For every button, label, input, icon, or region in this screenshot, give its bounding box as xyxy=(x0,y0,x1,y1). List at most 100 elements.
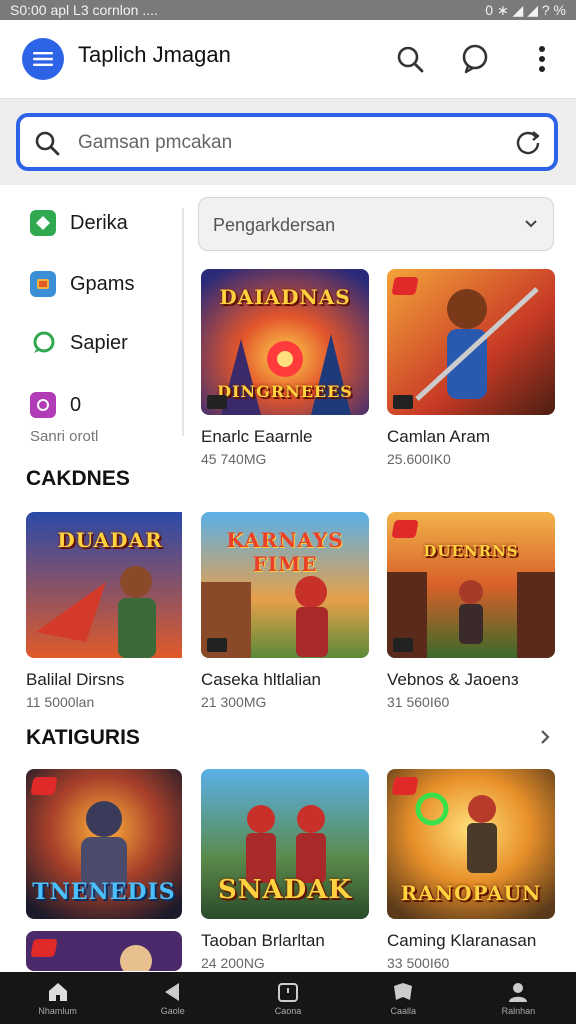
puzzle-icon xyxy=(30,392,56,418)
thumbnail-title: KARNAYS FIME xyxy=(226,528,344,576)
search-input[interactable] xyxy=(76,127,500,159)
refresh-icon[interactable] xyxy=(514,129,542,157)
nav-home[interactable]: Nhamlum xyxy=(0,972,115,1024)
game-title: Vebnos & Jaoenз xyxy=(387,670,519,689)
game-card[interactable]: Camlan Aram 25.600IK0 xyxy=(387,269,555,467)
menu-button[interactable] xyxy=(22,38,64,80)
clock-icon xyxy=(278,983,298,1002)
search-button[interactable] xyxy=(393,42,427,76)
category-item[interactable]: Sapier xyxy=(30,330,128,356)
hot-badge xyxy=(30,777,58,795)
more-options-button[interactable] xyxy=(525,42,559,76)
gamepad-icon xyxy=(30,271,56,297)
chat-bubble-icon xyxy=(30,330,56,356)
category-label: Gpams xyxy=(70,272,135,295)
game-card[interactable] xyxy=(26,931,194,971)
thumbnail-title: SNADAK xyxy=(217,875,353,905)
game-card[interactable]: RANOPAUN Caming Klaranasan 33 500I60 xyxy=(387,769,555,971)
nav-clock[interactable]: Caona xyxy=(230,972,345,1024)
game-thumbnail xyxy=(26,931,182,971)
categories-footer: Sanri orotl xyxy=(30,428,99,445)
vertical-divider xyxy=(182,208,184,436)
game-thumbnail: RANOPAUN xyxy=(387,769,555,919)
status-left-text: S0:00 apl L3 cornlon .... xyxy=(10,2,158,18)
hot-badge xyxy=(391,277,419,295)
game-meta: 25.600IK0 xyxy=(387,451,451,467)
category-label: Sapier xyxy=(70,331,128,354)
rating-badge xyxy=(393,395,413,409)
game-meta: 45 740MG xyxy=(201,451,267,467)
game-title: Enarlc Eaarnle xyxy=(201,427,313,446)
game-card[interactable]: KARNAYS FIME Caseka hltlalian 21 300MG xyxy=(201,512,369,710)
game-card[interactable]: SNADAK Taoban Brlarltan 24 200NG xyxy=(201,769,369,971)
chat-button[interactable] xyxy=(458,42,492,76)
search-icon xyxy=(35,131,60,156)
game-card[interactable]: TNENEDIS xyxy=(26,769,194,919)
chevron-down-icon xyxy=(525,220,537,228)
search-area xyxy=(0,99,576,185)
thumbnail-title: RANOPAUN xyxy=(400,881,542,905)
hot-badge xyxy=(391,777,419,795)
filter-dropdown[interactable]: Pengarkdersan xyxy=(198,197,554,251)
category-item[interactable]: 0 xyxy=(30,392,81,418)
game-thumbnail: DUENRNS xyxy=(387,512,555,658)
game-title: Taoban Brlarltan xyxy=(201,931,325,950)
game-meta: 11 5000lan xyxy=(26,694,95,710)
tag-icon xyxy=(394,983,413,1000)
game-thumbnail: DAIADNAS DINGRNEEES xyxy=(201,269,369,415)
search-icon xyxy=(397,46,424,73)
game-meta: 24 200NG xyxy=(201,955,265,971)
rating-badge xyxy=(207,395,227,409)
search-box xyxy=(16,113,558,171)
back-icon xyxy=(164,983,179,1001)
app-bar: Taplich Jmagan xyxy=(0,20,576,99)
game-meta: 21 300MG xyxy=(201,694,267,710)
game-thumbnail: TNENEDIS xyxy=(26,769,182,919)
category-item[interactable]: Gpams xyxy=(30,271,134,297)
nav-tag[interactable]: Caalla xyxy=(346,972,461,1024)
status-right-text: 0 ∗ ◢ ◢ ? % xyxy=(485,1,566,18)
game-thumbnail: KARNAYS FIME xyxy=(201,512,369,658)
game-card[interactable]: DUENRNS Vebnos & Jaoenз 31 560I60 xyxy=(387,512,555,710)
game-title: Caseka hltlalian xyxy=(201,670,322,689)
profile-icon xyxy=(509,983,528,1002)
rating-badge xyxy=(207,638,227,652)
chevron-right-icon[interactable] xyxy=(538,728,552,746)
nav-label: Ralnhan xyxy=(501,1006,536,1016)
section-title: KATIGURIS xyxy=(26,726,140,749)
game-thumbnail: DUADAR xyxy=(26,512,194,658)
category-label: Derika xyxy=(70,211,128,234)
game-thumbnail xyxy=(387,269,555,415)
app-title: Taplich Jmagan xyxy=(78,42,231,67)
hot-badge xyxy=(391,520,419,538)
status-bar: S0:00 apl L3 cornlon .... 0 ∗ ◢ ◢ ? % xyxy=(0,0,576,20)
diamond-icon xyxy=(30,210,56,236)
thumbnail-title: DUENRNS xyxy=(423,542,519,560)
section-title: CAKDNES xyxy=(26,467,130,490)
hamburger-icon xyxy=(33,52,53,66)
more-vertical-icon xyxy=(539,46,545,72)
nav-label: Caona xyxy=(274,1006,302,1016)
bottom-navigation: Nhamlum Gaole Caona Caalla Ralnhan xyxy=(0,972,576,1024)
game-meta: 31 560I60 xyxy=(387,694,450,710)
filter-dropdown-value: Pengarkdersan xyxy=(213,215,336,235)
game-title: Caming Klaranasan xyxy=(387,931,537,950)
game-title: Camlan Aram xyxy=(387,427,490,446)
nav-back[interactable]: Gaole xyxy=(115,972,230,1024)
game-thumbnail: SNADAK xyxy=(201,769,369,919)
category-item[interactable]: Derika xyxy=(30,210,128,236)
thumbnail-title: DUADAR xyxy=(57,528,163,552)
category-label: 0 xyxy=(70,393,82,416)
thumbnail-title: TNENEDIS xyxy=(32,879,176,905)
nav-label: Caalla xyxy=(390,1006,416,1016)
rating-badge xyxy=(393,638,413,652)
nav-label: Gaole xyxy=(160,1006,185,1016)
nav-profile[interactable]: Ralnhan xyxy=(461,972,576,1024)
game-card[interactable]: DUADAR Balilal Dirsns 11 5000lan xyxy=(26,512,194,710)
game-card[interactable]: DAIADNAS DINGRNEEES Enarlc Eaarnle 45 74… xyxy=(201,269,369,467)
game-meta: 33 500I60 xyxy=(387,955,450,971)
thumbnail-title: DAIADNAS xyxy=(219,285,351,309)
nav-label: Nhamlum xyxy=(38,1006,77,1016)
chat-icon xyxy=(462,44,488,74)
home-icon xyxy=(48,983,67,1001)
